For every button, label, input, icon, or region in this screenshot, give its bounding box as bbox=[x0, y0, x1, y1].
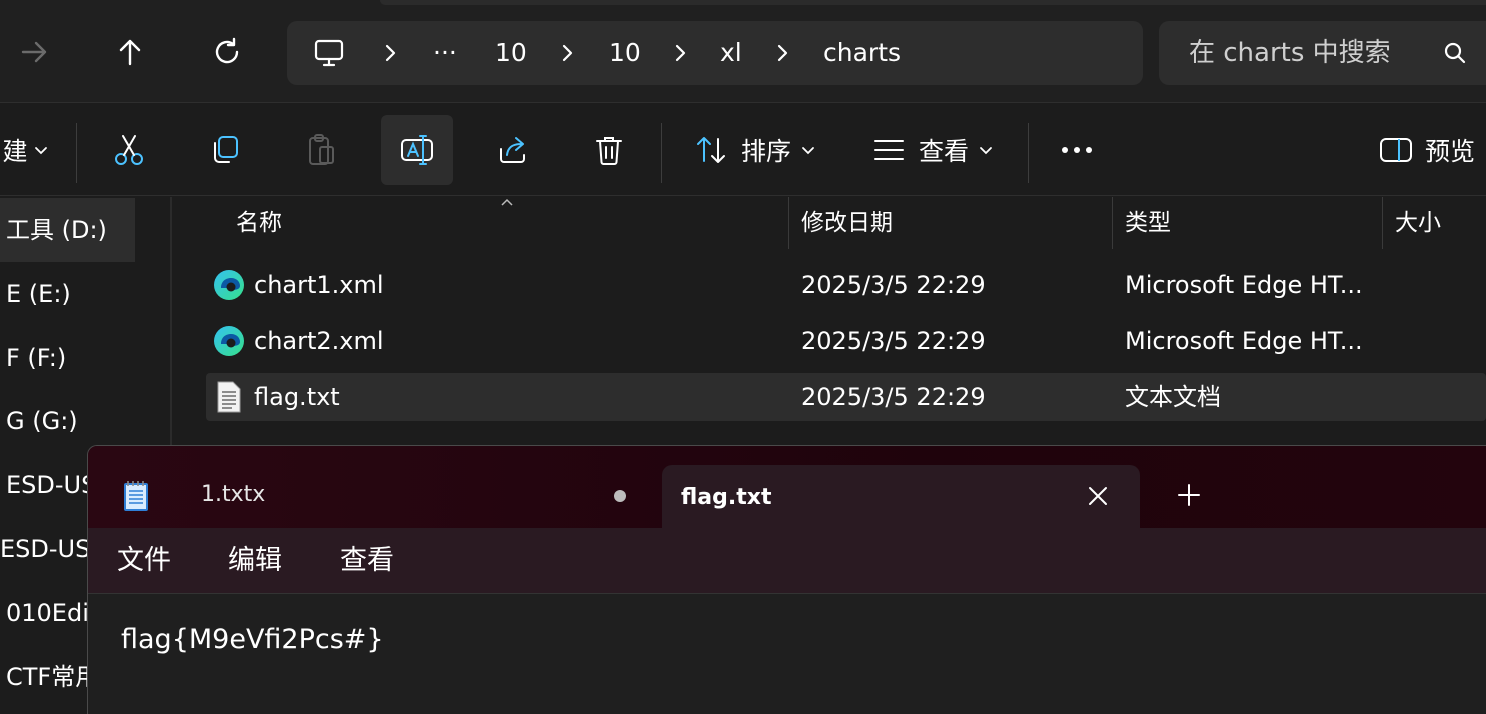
editor-text[interactable]: flag{M9eVfi2Pcs#} bbox=[121, 624, 384, 655]
cut-button[interactable] bbox=[100, 115, 158, 185]
copy-button[interactable] bbox=[196, 115, 254, 185]
file-name: chart2.xml bbox=[254, 327, 384, 355]
refresh-icon bbox=[212, 37, 242, 67]
file-type: Microsoft Edge HT... bbox=[1125, 327, 1363, 355]
rename-icon bbox=[400, 134, 434, 166]
sidebar-item-drive-f[interactable]: F (F:) bbox=[0, 326, 172, 390]
text-file-icon bbox=[216, 380, 242, 414]
column-divider[interactable] bbox=[788, 197, 789, 249]
notepad-editor[interactable]: flag{M9eVfi2Pcs#} bbox=[88, 594, 1486, 714]
sidebar-item-drive-e[interactable]: E (E:) bbox=[0, 262, 172, 326]
file-type: Microsoft Edge HT... bbox=[1125, 271, 1363, 299]
unsaved-indicator-icon bbox=[614, 490, 626, 502]
rename-button[interactable] bbox=[381, 115, 453, 185]
this-pc-icon bbox=[313, 37, 345, 69]
title-bar-strip bbox=[380, 0, 1486, 5]
forward-button[interactable] bbox=[12, 30, 56, 74]
new-button-label: 建 bbox=[2, 137, 28, 166]
column-divider[interactable] bbox=[1112, 197, 1113, 249]
column-divider[interactable] bbox=[1382, 197, 1383, 249]
arrow-right-icon bbox=[19, 37, 49, 67]
file-name: flag.txt bbox=[254, 383, 340, 411]
toolbar-divider bbox=[661, 123, 662, 183]
arrow-up-icon bbox=[115, 37, 145, 67]
column-header-modified[interactable]: 修改日期 bbox=[801, 197, 893, 249]
tab-1-txtx[interactable]: 1.txtx bbox=[201, 482, 265, 507]
view-button[interactable]: 查看 bbox=[868, 115, 998, 185]
search-placeholder: 在 charts 中搜索 bbox=[1189, 38, 1391, 68]
list-view-icon bbox=[873, 138, 905, 162]
more-icon bbox=[1060, 145, 1094, 155]
command-bar: 建 排序 查看 预览 bbox=[0, 102, 1486, 196]
preview-pane-icon bbox=[1379, 137, 1413, 163]
search-icon[interactable] bbox=[1443, 41, 1467, 65]
breadcrumb-chevron-icon[interactable] bbox=[773, 43, 791, 63]
column-header-name[interactable]: 名称 bbox=[236, 197, 282, 249]
file-modified: 2025/3/5 22:29 bbox=[801, 327, 986, 355]
file-type: 文本文档 bbox=[1125, 383, 1221, 411]
toolbar-divider bbox=[1028, 123, 1029, 183]
file-modified: 2025/3/5 22:29 bbox=[801, 383, 986, 411]
file-row-flag[interactable]: flag.txt 2025/3/5 22:29 文本文档 bbox=[206, 373, 1486, 421]
new-tab-icon[interactable] bbox=[1174, 480, 1204, 510]
edge-icon bbox=[212, 268, 246, 302]
sort-button[interactable]: 排序 bbox=[690, 115, 820, 185]
file-modified: 2025/3/5 22:29 bbox=[801, 271, 986, 299]
new-button[interactable]: 建 bbox=[0, 115, 50, 185]
search-box[interactable]: 在 charts 中搜索 bbox=[1159, 21, 1486, 85]
breadcrumb-chevron-icon[interactable] bbox=[381, 43, 399, 63]
clipboard-icon bbox=[305, 133, 337, 167]
sort-ascending-icon bbox=[500, 197, 514, 207]
copy-icon bbox=[209, 134, 241, 166]
breadcrumb-segment[interactable]: 10 bbox=[609, 21, 641, 85]
view-label: 查看 bbox=[918, 137, 969, 166]
menu-view[interactable]: 查看 bbox=[340, 528, 394, 594]
breadcrumb-segment[interactable]: 10 bbox=[495, 21, 527, 85]
sidebar-item-drive-d[interactable]: 工具 (D:) bbox=[0, 198, 135, 262]
file-row-chart2[interactable]: chart2.xml 2025/3/5 22:29 Microsoft Edge… bbox=[206, 317, 1486, 365]
trash-icon bbox=[594, 134, 624, 166]
share-icon bbox=[497, 135, 529, 165]
breadcrumb-chevron-icon[interactable] bbox=[671, 43, 689, 63]
chevron-down-icon bbox=[801, 143, 815, 157]
chevron-down-icon bbox=[979, 143, 993, 157]
breadcrumb-chevron-icon[interactable] bbox=[558, 43, 576, 63]
column-header-type[interactable]: 类型 bbox=[1125, 197, 1171, 249]
delete-button[interactable] bbox=[580, 115, 638, 185]
notepad-window: 1.txtx flag.txt 文件 编辑 查看 flag{M9eVfi2Pcs… bbox=[87, 445, 1486, 714]
tab-flag-txt[interactable]: flag.txt bbox=[662, 465, 1140, 529]
notepad-menu-bar: 文件 编辑 查看 bbox=[88, 528, 1486, 594]
preview-pane-button[interactable]: 预览 bbox=[1372, 115, 1482, 185]
breadcrumb-segment[interactable]: xl bbox=[720, 21, 742, 85]
more-options-button[interactable] bbox=[1050, 115, 1104, 185]
chevron-down-icon bbox=[34, 143, 48, 157]
breadcrumb-segment-current[interactable]: charts bbox=[823, 21, 901, 85]
sort-icon bbox=[695, 135, 727, 165]
refresh-button[interactable] bbox=[205, 30, 249, 74]
scissors-icon bbox=[113, 133, 145, 167]
file-name: chart1.xml bbox=[254, 271, 384, 299]
address-bar[interactable]: ··· 10 10 xl charts bbox=[287, 21, 1143, 85]
toolbar-divider bbox=[76, 123, 77, 183]
tab-label: flag.txt bbox=[681, 485, 772, 510]
paste-button[interactable] bbox=[292, 115, 350, 185]
share-button[interactable] bbox=[484, 115, 542, 185]
close-tab-icon[interactable] bbox=[1083, 481, 1113, 511]
menu-file[interactable]: 文件 bbox=[117, 528, 171, 594]
notepad-tab-bar: 1.txtx flag.txt bbox=[88, 446, 1486, 529]
menu-edit[interactable]: 编辑 bbox=[228, 528, 282, 594]
up-button[interactable] bbox=[108, 30, 152, 74]
notepad-app-icon bbox=[122, 479, 150, 513]
sidebar-item-drive-g[interactable]: G (G:) bbox=[0, 389, 172, 453]
column-header-size[interactable]: 大小 bbox=[1395, 197, 1441, 249]
navigation-bar: ··· 10 10 xl charts 在 charts 中搜索 bbox=[0, 0, 1486, 102]
file-row-chart1[interactable]: chart1.xml 2025/3/5 22:29 Microsoft Edge… bbox=[206, 261, 1486, 309]
edge-icon bbox=[212, 324, 246, 358]
breadcrumb-ellipsis[interactable]: ··· bbox=[433, 21, 457, 85]
sort-label: 排序 bbox=[740, 137, 791, 166]
preview-label: 预览 bbox=[1424, 137, 1475, 166]
